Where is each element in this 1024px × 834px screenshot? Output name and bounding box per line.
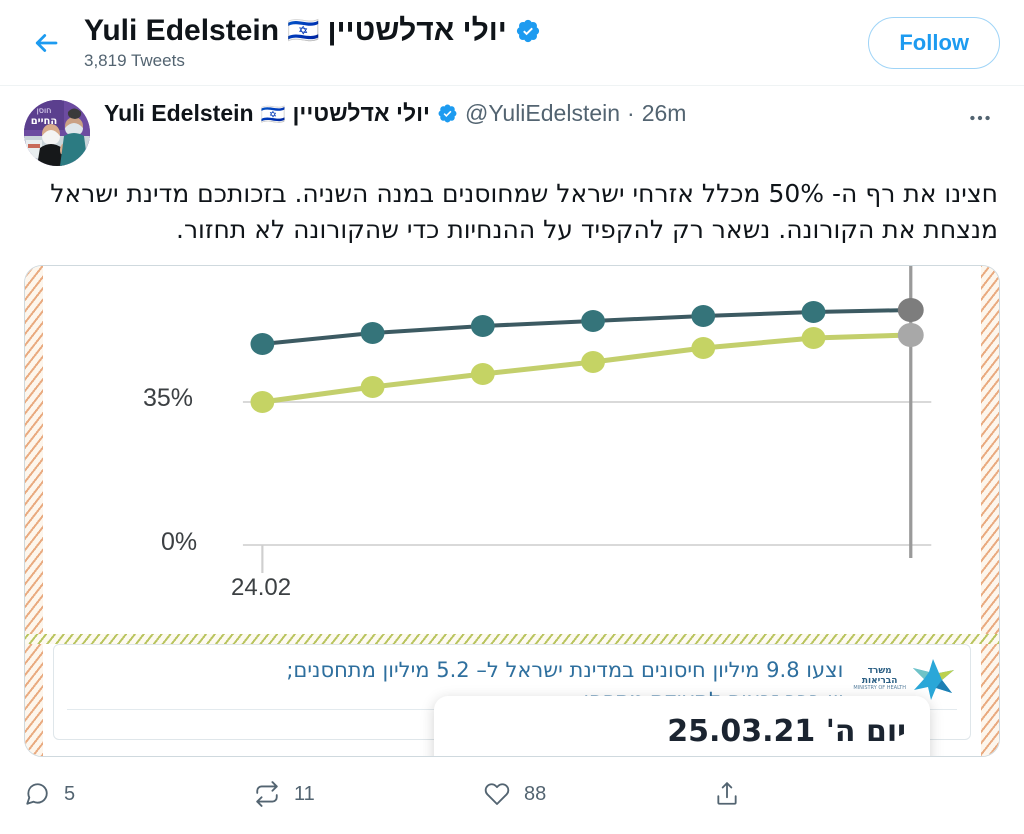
chart-svg [242,266,932,573]
verified-badge-icon [515,18,541,44]
chart-image: 35% 0% 24.02 יום ה' 25.03.21 משרד הבריאו… [25,266,999,756]
follow-button[interactable]: Follow [868,16,1000,69]
decorative-hatch-bottom [25,634,999,644]
retweet-icon [254,781,280,807]
reply-count: 5 [64,782,76,805]
data-point-dose1 [581,310,605,332]
israel-flag-icon: 🇮🇱 [260,101,286,126]
header-display-name-he: יולי אדלשטיין [327,13,507,47]
tweet-container: חוסן החיים Yuli Edelstein 🇮🇱 יולי אדלשטי… [0,86,1024,247]
reply-icon [24,781,50,807]
data-point-dose2 [801,327,826,349]
reply-button[interactable]: 5 [24,781,254,807]
back-arrow-icon [31,28,61,58]
tweet-media-card[interactable]: 35% 0% 24.02 יום ה' 25.03.21 משרד הבריאו… [24,265,1000,757]
page-title: Yuli Edelstein 🇮🇱 יולי אדלשטיין [84,14,868,49]
retweet-button[interactable]: 11 [254,781,484,807]
tweet-author-block: Yuli Edelstein 🇮🇱 יולי אדלשטיין @YuliEde… [104,100,946,128]
tweet-display-name-he[interactable]: יולי אדלשטיין [292,100,430,128]
chart-plot-area: 35% 0% 24.02 [43,266,981,634]
like-count: 88 [524,782,547,805]
chart-footer-line1: וצעו 9.8 מיליון חיסונים במדינת ישראל ל– … [286,658,844,682]
data-point-dose2 [360,376,385,398]
data-point-dose1 [801,301,826,323]
decorative-hatch-left [25,266,43,756]
back-button[interactable] [24,21,68,65]
moh-name-sub: MINISTRY OF HEALTH [853,685,906,692]
share-button[interactable] [714,781,834,807]
tweet-timestamp[interactable]: 26m [642,100,687,128]
data-point-dose1 [691,305,716,327]
tooltip-date: יום ה' 25.03.21 [667,714,906,749]
retweet-count: 11 [294,782,315,805]
ministry-of-health-logo: משרד הבריאות MINISTRY OF HEALTH [853,657,956,701]
highlight-marker-dose1 [897,298,924,322]
like-button[interactable]: 88 [484,781,714,807]
verified-badge-icon [437,103,458,124]
avatar[interactable]: חוסן החיים [24,100,90,166]
share-icon [714,781,740,807]
more-options-button[interactable] [960,100,1000,140]
header-title-group: Yuli Edelstein 🇮🇱 יולי אדלשטיין 3,819 Tw… [84,14,868,72]
tweet-count: 3,819 Tweets [84,51,185,71]
tweet-action-bar: 5 11 88 [24,764,1000,824]
moh-star-icon [913,659,954,700]
header-display-name-en: Yuli Edelstein [84,13,280,47]
moh-name-line1: משרד [867,665,892,676]
data-point-dose1 [250,333,275,355]
chart-tooltip: יום ה' 25.03.21 55.96% מתחסנים מנה ראשונ… [434,696,930,756]
tweet-author-line: Yuli Edelstein 🇮🇱 יולי אדלשטיין @YuliEde… [104,100,946,128]
tweet-body-text: חצינו את רף ה- 50% מכלל אזרחי ישראל שמחו… [50,179,998,244]
israel-flag-icon: 🇮🇱 [287,16,320,46]
decorative-hatch-right [981,266,999,756]
data-point-dose2 [470,363,495,385]
data-point-dose1 [470,315,495,337]
data-point-dose2 [581,351,605,373]
like-icon [484,781,510,807]
tweet-separator: · [627,100,635,126]
data-point-dose2 [691,337,716,359]
tweet-header: חוסן החיים Yuli Edelstein 🇮🇱 יולי אדלשטי… [24,100,1000,166]
tweet-handle[interactable]: @YuliEdelstein [465,100,620,128]
profile-header: Yuli Edelstein 🇮🇱 יולי אדלשטיין 3,819 Tw… [0,0,1024,86]
data-point-dose2 [250,391,275,413]
tweet-display-name-en[interactable]: Yuli Edelstein [104,100,254,128]
highlight-marker-dose2 [897,323,924,347]
data-point-dose1 [360,322,385,344]
more-options-icon [967,105,993,136]
svg-text:חוסן: חוסן [37,106,52,115]
